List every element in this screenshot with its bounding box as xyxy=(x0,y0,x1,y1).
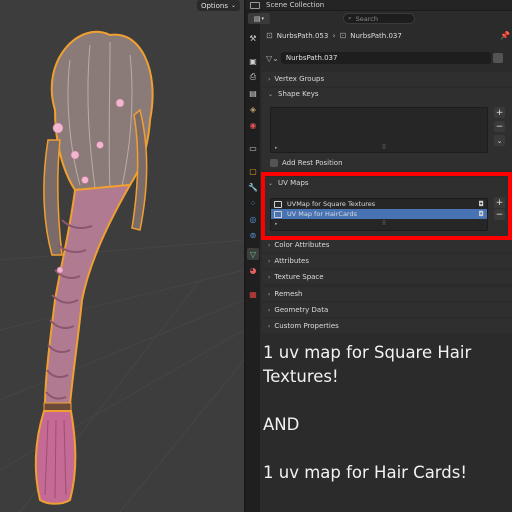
add-shape-key-button[interactable]: + xyxy=(494,107,505,118)
uv-map-name: UVMap for Square Textures xyxy=(287,200,376,208)
uv-map-icon xyxy=(274,210,282,218)
active-render-camera-icon[interactable]: ◘ xyxy=(478,210,484,218)
hair-braid-model[interactable] xyxy=(0,0,244,512)
annotation-line: 1 uv map for Hair Cards! xyxy=(263,463,467,482)
shape-keys-header[interactable]: ⌄ Shape Keys xyxy=(262,88,512,100)
search-placeholder: Search xyxy=(355,14,378,23)
uv-maps-header[interactable]: ⌄ UV Maps xyxy=(262,177,512,189)
world-tab-icon[interactable]: ◉ xyxy=(247,119,259,131)
search-icon: ⌕ xyxy=(348,14,352,22)
shape-keys-label: Shape Keys xyxy=(278,90,319,98)
shape-keys-list[interactable]: ▸ ⠿ xyxy=(270,107,488,153)
texture-tab-icon[interactable]: ▦ xyxy=(247,288,259,300)
custom-properties-panel[interactable]: › Custom Properties xyxy=(262,319,512,333)
output-tab-icon[interactable]: ⎙ xyxy=(247,71,259,83)
chevron-right-icon: › xyxy=(268,273,271,281)
chevron-right-icon: › xyxy=(268,322,271,330)
attributes-panel[interactable]: › Attributes xyxy=(262,254,512,268)
modifier-wrench-icon[interactable]: 🔧 xyxy=(247,181,259,193)
chevron-down-icon: ⌄ xyxy=(268,90,274,98)
list-expand-icon[interactable]: ▸ xyxy=(275,221,278,227)
annotation-line: 1 uv map for Square Hair xyxy=(263,343,472,362)
physics-tab-icon[interactable]: ◎ xyxy=(247,213,259,225)
chevron-right-icon: › xyxy=(332,31,336,40)
render-tab-icon[interactable]: ▣ xyxy=(247,55,259,67)
geometry-data-label: Geometry Data xyxy=(274,306,329,314)
add-uv-map-button[interactable]: + xyxy=(494,197,505,208)
collection-tab-icon[interactable]: ▭ xyxy=(247,142,259,154)
annotation-line: Textures! xyxy=(263,367,339,386)
annotation-text: 1 uv map for Square Hair Textures! AND 1… xyxy=(263,341,508,485)
uv-map-icon xyxy=(274,200,282,208)
active-render-camera-icon[interactable]: ◘ xyxy=(478,200,484,208)
breadcrumb-data: NurbsPath.037 xyxy=(350,31,402,40)
color-attributes-label: Color Attributes xyxy=(274,241,330,249)
fake-user-shield-icon[interactable] xyxy=(492,53,503,63)
uv-maps-label: UV Maps xyxy=(278,179,309,187)
attributes-label: Attributes xyxy=(274,257,309,265)
particles-tab-icon[interactable]: ⁘ xyxy=(247,197,259,209)
color-attributes-panel[interactable]: › Color Attributes xyxy=(262,238,512,252)
properties-icon: ▤ xyxy=(253,14,261,23)
3d-viewport[interactable]: Options ⌄ xyxy=(0,0,244,512)
options-label: Options xyxy=(200,1,228,10)
remove-shape-key-button[interactable]: − xyxy=(494,121,505,132)
list-expand-icon[interactable]: ▸ xyxy=(275,145,278,151)
uv-map-name: UV Map for HairCards xyxy=(287,210,357,218)
curve-data-icon: ⊡ xyxy=(339,31,347,40)
chevron-down-icon: ⌄ xyxy=(496,136,503,145)
add-rest-position-label: Add Rest Position xyxy=(282,159,343,167)
scene-tab-icon[interactable]: ◈ xyxy=(247,103,259,115)
viewport-options-button[interactable]: Options ⌄ xyxy=(197,0,240,11)
breadcrumb: ⊡ NurbsPath.053 › ⊡ NurbsPath.037 xyxy=(266,31,402,40)
object-data-tab-icon[interactable]: ▽ xyxy=(247,248,259,260)
vertex-groups-label: Vertex Groups xyxy=(274,75,325,83)
checkbox-icon xyxy=(270,159,278,167)
annotation-line: AND xyxy=(263,415,300,434)
vertex-groups-panel[interactable]: › Vertex Groups xyxy=(262,72,512,86)
remesh-label: Remesh xyxy=(274,290,303,298)
texture-space-label: Texture Space xyxy=(274,273,324,281)
remesh-panel[interactable]: › Remesh xyxy=(262,287,512,301)
chevron-right-icon: › xyxy=(268,241,271,249)
chevron-right-icon: › xyxy=(268,290,271,298)
properties-tab-bar: ⚒ ▣ ⎙ ▤ ◈ ◉ ▭ ▢ 🔧 ⁘ ◎ ⊚ ▽ ◕ ▦ xyxy=(246,11,260,512)
shape-key-specials-button[interactable]: ⌄ xyxy=(494,135,505,146)
curve-object-icon: ⊡ xyxy=(266,31,273,40)
texture-space-panel[interactable]: › Texture Space xyxy=(262,270,512,284)
add-rest-position-checkbox[interactable]: Add Rest Position xyxy=(270,159,343,167)
editor-type-button[interactable]: ▤ ▾ xyxy=(248,13,270,24)
uv-map-item[interactable]: UVMap for Square Textures ◘ xyxy=(271,199,487,209)
data-block-selector[interactable]: ▽⌄ NurbsPath.037 xyxy=(266,52,510,64)
search-input[interactable]: ⌕ Search xyxy=(343,13,415,24)
uv-maps-list[interactable]: UVMap for Square Textures ◘ UV Map for H… xyxy=(270,198,488,231)
uv-map-item-selected[interactable]: UV Map for HairCards ◘ xyxy=(271,209,487,219)
data-block-name-field[interactable]: NurbsPath.037 xyxy=(280,52,491,64)
chevron-right-icon: › xyxy=(268,257,271,265)
chevron-right-icon: › xyxy=(268,75,271,83)
view-layer-tab-icon[interactable]: ▤ xyxy=(247,87,259,99)
breadcrumb-object: NurbsPath.053 xyxy=(276,31,329,40)
chevron-right-icon: › xyxy=(268,306,271,314)
tool-tab-icon[interactable]: ⚒ xyxy=(247,32,259,44)
material-tab-icon[interactable]: ◕ xyxy=(247,264,259,276)
remove-uv-map-button[interactable]: − xyxy=(494,209,505,220)
geometry-data-panel[interactable]: › Geometry Data xyxy=(262,303,512,317)
chevron-down-icon: ▾ xyxy=(261,15,265,22)
list-resize-grip-icon[interactable]: ⠿ xyxy=(379,220,389,227)
constraints-tab-icon[interactable]: ⊚ xyxy=(247,229,259,241)
object-tab-icon[interactable]: ▢ xyxy=(247,165,259,177)
curve-data-type-icon[interactable]: ▽⌄ xyxy=(266,54,279,63)
scene-collection-title: Scene Collection xyxy=(266,1,325,9)
list-resize-grip-icon[interactable]: ⠿ xyxy=(379,144,389,151)
chevron-down-icon: ⌄ xyxy=(230,2,237,9)
chevron-down-icon: ⌄ xyxy=(268,179,274,187)
custom-properties-label: Custom Properties xyxy=(274,322,339,330)
collection-icon xyxy=(250,2,260,9)
pin-icon[interactable]: 📌 xyxy=(500,31,510,40)
